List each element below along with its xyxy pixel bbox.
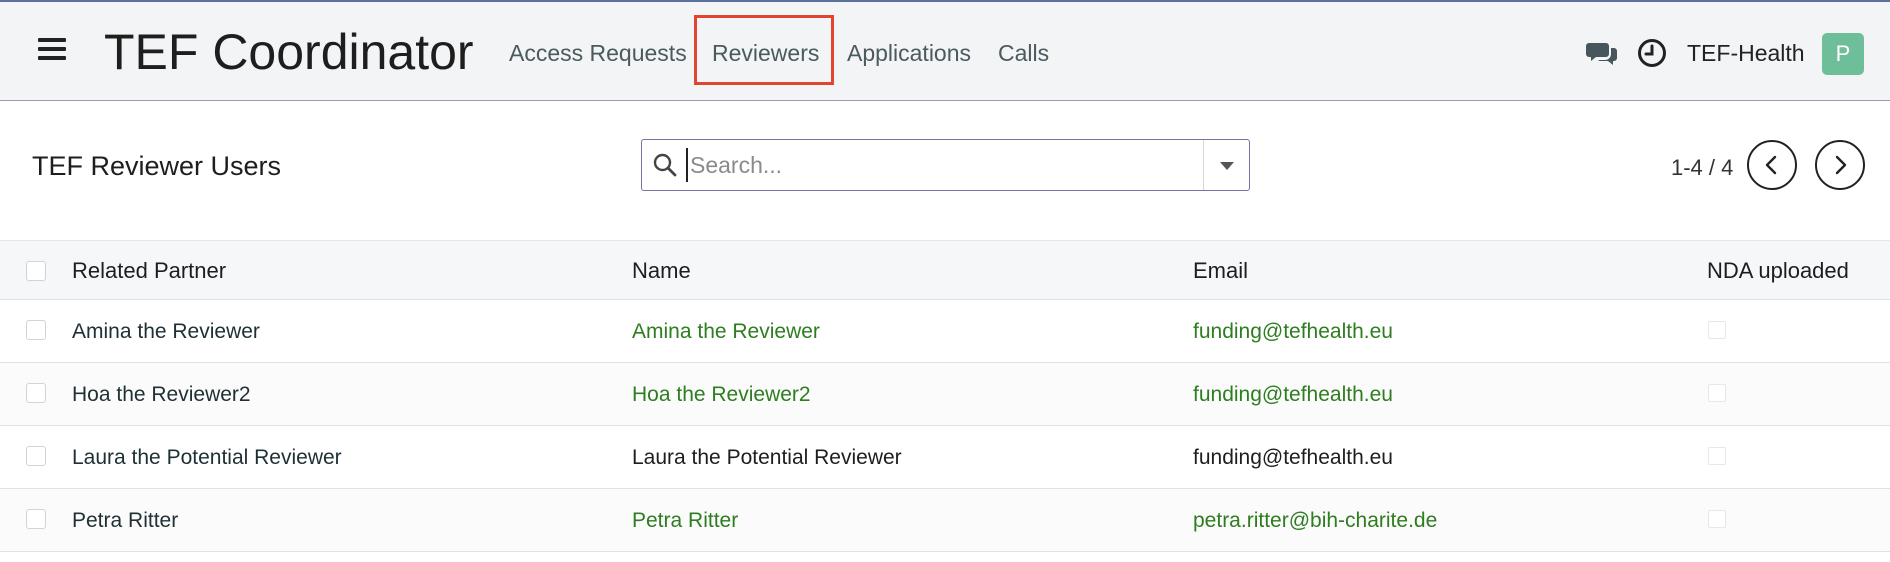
- nav-reviewers[interactable]: Reviewers: [712, 40, 819, 66]
- caret-down-icon: [1220, 162, 1234, 170]
- email-link[interactable]: funding@tefhealth.eu: [1193, 383, 1393, 407]
- row-checkbox[interactable]: [26, 320, 46, 340]
- table-row[interactable]: Amina the Reviewer Amina the Reviewer fu…: [0, 300, 1890, 363]
- company-switcher[interactable]: TEF-Health: [1687, 40, 1805, 66]
- email-link[interactable]: funding@tefhealth.eu: [1193, 320, 1393, 344]
- select-all-checkbox[interactable]: [26, 261, 46, 281]
- email-link[interactable]: petra.ritter@bih-charite.de: [1193, 509, 1437, 533]
- search-box: [641, 139, 1250, 191]
- reviewers-table: Related Partner Name Email NDA uploaded …: [0, 240, 1890, 552]
- nda-uploaded-checkbox: [1708, 447, 1726, 465]
- nda-uploaded-checkbox: [1708, 321, 1726, 339]
- column-header-email[interactable]: Email: [1193, 259, 1248, 283]
- page-title: TEF Reviewer Users: [32, 151, 282, 181]
- related-partner-cell[interactable]: Petra Ritter: [72, 509, 178, 533]
- table-row[interactable]: Laura the Potential Reviewer Laura the P…: [0, 426, 1890, 489]
- user-avatar[interactable]: P: [1822, 33, 1864, 75]
- nda-uploaded-checkbox: [1708, 510, 1726, 528]
- nav-access-requests[interactable]: Access Requests: [509, 40, 687, 66]
- table-row[interactable]: Hoa the Reviewer2 Hoa the Reviewer2 fund…: [0, 363, 1890, 426]
- search-icon: [653, 153, 677, 177]
- pager-value[interactable]: 1-4 / 4: [1671, 156, 1733, 180]
- row-checkbox[interactable]: [26, 446, 46, 466]
- nav-calls[interactable]: Calls: [998, 40, 1049, 66]
- related-partner-cell[interactable]: Amina the Reviewer: [72, 320, 260, 344]
- name-cell[interactable]: Laura the Potential Reviewer: [632, 446, 902, 470]
- nav-applications[interactable]: Applications: [847, 40, 971, 66]
- chat-bubbles-icon[interactable]: [1586, 40, 1618, 66]
- nda-uploaded-checkbox: [1708, 384, 1726, 402]
- column-header-related-partner[interactable]: Related Partner: [72, 259, 226, 283]
- name-link[interactable]: Petra Ritter: [632, 509, 738, 533]
- email-cell[interactable]: funding@tefhealth.eu: [1193, 446, 1393, 470]
- column-header-nda-uploaded[interactable]: NDA uploaded: [1707, 259, 1849, 283]
- pager-next-button[interactable]: [1815, 140, 1865, 190]
- table-row[interactable]: Petra Ritter Petra Ritter petra.ritter@b…: [0, 489, 1890, 552]
- clock-icon[interactable]: [1637, 38, 1667, 68]
- top-navbar: TEF Coordinator Access Requests Reviewer…: [0, 0, 1890, 101]
- related-partner-cell[interactable]: Laura the Potential Reviewer: [72, 446, 342, 470]
- related-partner-cell[interactable]: Hoa the Reviewer2: [72, 383, 251, 407]
- row-checkbox[interactable]: [26, 509, 46, 529]
- hamburger-menu-icon[interactable]: [38, 38, 66, 60]
- chevron-right-icon: [1835, 155, 1847, 175]
- search-input[interactable]: [686, 148, 1191, 182]
- column-header-name[interactable]: Name: [632, 259, 691, 283]
- search-options-toggle[interactable]: [1203, 140, 1249, 190]
- name-link[interactable]: Amina the Reviewer: [632, 320, 820, 344]
- chevron-left-icon: [1765, 155, 1777, 175]
- table-header: Related Partner Name Email NDA uploaded: [0, 240, 1890, 300]
- pager-previous-button[interactable]: [1747, 140, 1797, 190]
- app-brand[interactable]: TEF Coordinator: [104, 24, 474, 80]
- row-checkbox[interactable]: [26, 383, 46, 403]
- name-link[interactable]: Hoa the Reviewer2: [632, 383, 811, 407]
